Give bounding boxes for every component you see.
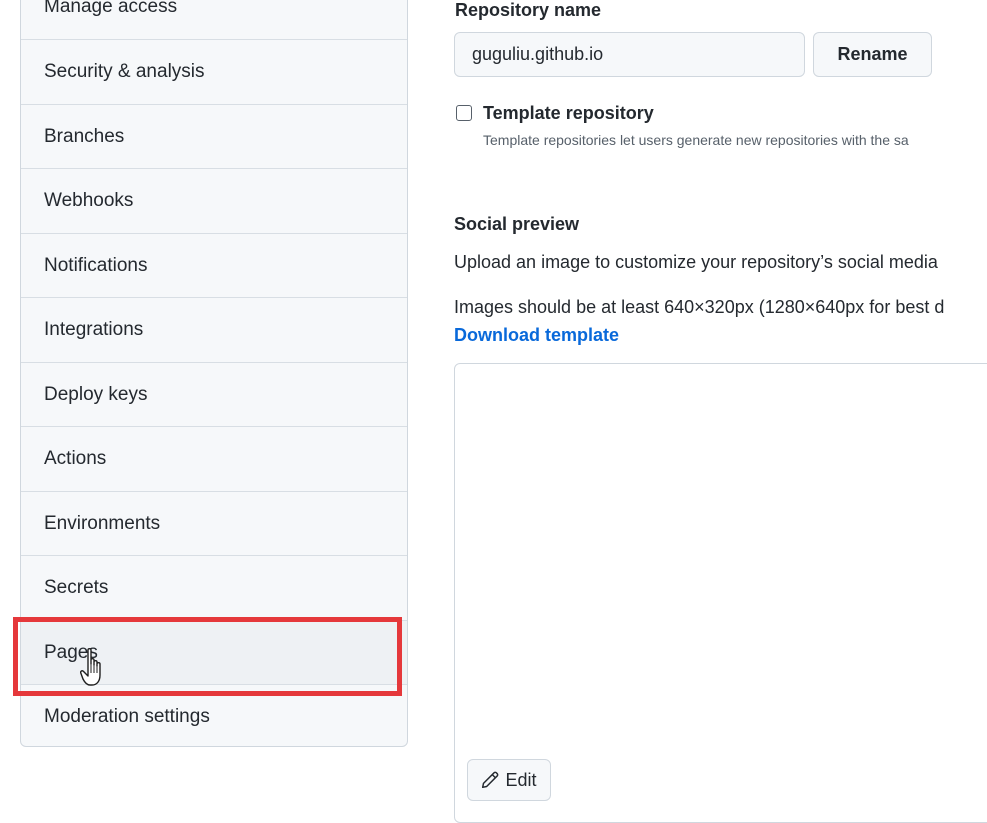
rename-button[interactable]: Rename (813, 32, 932, 77)
repository-name-input[interactable]: guguliu.github.io (454, 32, 805, 77)
sidebar-item-label: Notifications (44, 254, 148, 276)
sidebar-item-environments[interactable]: Environments (21, 491, 407, 555)
sidebar-item-webhooks[interactable]: Webhooks (21, 168, 407, 232)
sidebar-item-notifications[interactable]: Notifications (21, 233, 407, 297)
sidebar-item-label: Branches (44, 125, 125, 147)
template-repository-label: Template repository (483, 103, 654, 123)
sidebar-item-integrations[interactable]: Integrations (21, 297, 407, 361)
sidebar-item-security-analysis[interactable]: Security & analysis (21, 39, 407, 103)
social-preview-description: Upload an image to customize your reposi… (454, 252, 938, 272)
template-repository-checkbox[interactable] (456, 105, 472, 121)
social-preview-image-area (454, 363, 987, 823)
pencil-icon (482, 771, 499, 789)
sidebar-item-deploy-keys[interactable]: Deploy keys (21, 362, 407, 426)
sidebar-item-label: Moderation settings (44, 705, 210, 727)
sidebar-item-label: Manage access (44, 0, 178, 17)
sidebar-item-label: Secrets (44, 576, 109, 598)
sidebar-item-label: Security & analysis (44, 60, 205, 82)
sidebar-item-label: Integrations (44, 318, 144, 340)
sidebar-item-branches[interactable]: Branches (21, 104, 407, 168)
sidebar-item-actions[interactable]: Actions (21, 426, 407, 490)
template-repository-note: Template repositories let users generate… (483, 132, 909, 148)
sidebar-item-label: Actions (44, 447, 107, 469)
sidebar-item-label: Deploy keys (44, 383, 148, 405)
highlight-box (13, 617, 402, 696)
repository-name-label: Repository name (455, 0, 602, 20)
sidebar-item-label: Webhooks (44, 189, 134, 211)
download-template-link[interactable]: Download template (454, 325, 619, 346)
social-preview-size-note: Images should be at least 640×320px (128… (454, 297, 945, 317)
sidebar-item-secrets[interactable]: Secrets (21, 555, 407, 619)
sidebar-item-label: Environments (44, 512, 161, 534)
hand-cursor-icon (80, 648, 101, 686)
sidebar-item-manage-access[interactable]: Manage access (21, 0, 407, 39)
social-preview-title: Social preview (454, 214, 580, 234)
edit-button-label: Edit (505, 769, 537, 790)
edit-button[interactable]: Edit (467, 759, 551, 801)
